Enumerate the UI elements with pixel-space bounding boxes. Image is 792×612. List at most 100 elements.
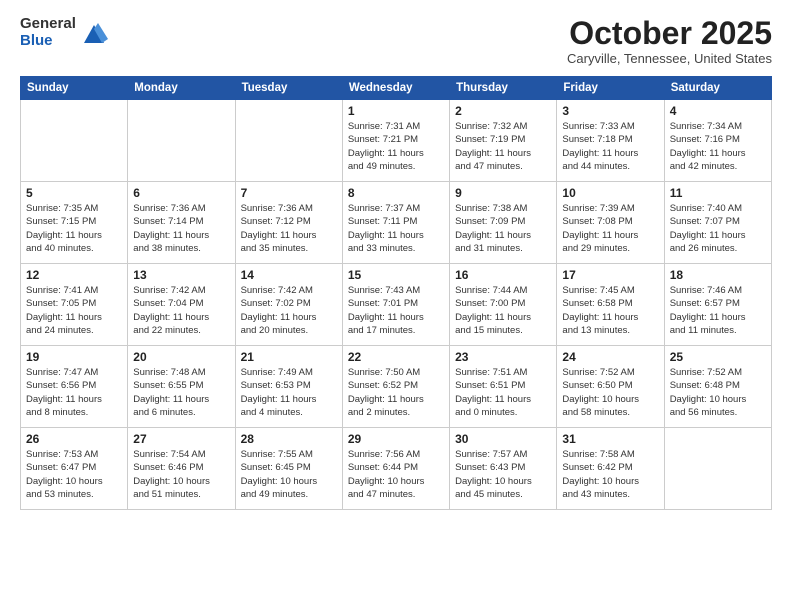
day-number: 3 (562, 104, 658, 118)
month-title: October 2025 (567, 16, 772, 51)
table-row: 21 Sunrise: 7:49 AMSunset: 6:53 PMDayligh… (235, 346, 342, 428)
table-row: 22Sunrise: 7:50 AMSunset: 6:52 PMDayligh… (342, 346, 449, 428)
table-row: 27 Sunrise: 7:54 AMSunset: 6:46 PMDayligh… (128, 428, 235, 510)
table-row: 4Sunrise: 7:34 AMSunset: 7:16 PMDaylight… (664, 100, 771, 182)
day-info: Sunrise: 7:56 AMSunset: 6:44 PMDaylight:… (348, 448, 444, 501)
day-number: 6 (133, 186, 229, 200)
weekday-header-row: Sunday Monday Tuesday Wednesday Thursday… (21, 77, 772, 100)
table-row: 13 Sunrise: 7:42 AMSunset: 7:04 PMDayligh… (128, 264, 235, 346)
table-row: 23 Sunrise: 7:51 AMSunset: 6:51 PMDayligh… (450, 346, 557, 428)
day-number: 29 (348, 432, 444, 446)
day-info: Sunrise: 7:45 AMSunset: 6:58 PMDaylight:… (562, 284, 658, 337)
day-number: 17 (562, 268, 658, 282)
day-number: 21 (241, 350, 337, 364)
day-info: Sunrise: 7:53 AMSunset: 6:47 PMDaylight:… (26, 448, 122, 501)
header-monday: Monday (128, 77, 235, 100)
header-tuesday: Tuesday (235, 77, 342, 100)
table-row: 28 Sunrise: 7:55 AMSunset: 6:45 PMDayligh… (235, 428, 342, 510)
table-row: 18Sunrise: 7:46 AMSunset: 6:57 PMDayligh… (664, 264, 771, 346)
day-number: 13 (133, 268, 229, 282)
table-row: 20 Sunrise: 7:48 AMSunset: 6:55 PMDayligh… (128, 346, 235, 428)
table-row: 25 Sunrise: 7:52 AMSunset: 6:48 PMDayligh… (664, 346, 771, 428)
day-info: Sunrise: 7:55 AMSunset: 6:45 PMDaylight:… (241, 448, 337, 501)
day-info: Sunrise: 7:32 AMSunset: 7:19 PMDaylight:… (455, 120, 551, 173)
header: General Blue October 2025 Caryville, Ten… (20, 16, 772, 66)
day-number: 10 (562, 186, 658, 200)
day-number: 19 (26, 350, 122, 364)
day-number: 12 (26, 268, 122, 282)
page: General Blue October 2025 Caryville, Ten… (0, 0, 792, 612)
day-info: Sunrise: 7:42 AMSunset: 7:04 PMDaylight:… (133, 284, 229, 337)
table-row: 6 Sunrise: 7:36 AMSunset: 7:14 PMDaylight… (128, 182, 235, 264)
table-row (21, 100, 128, 182)
table-row: 9 Sunrise: 7:38 AMSunset: 7:09 PMDaylight… (450, 182, 557, 264)
table-row (664, 428, 771, 510)
day-info: Sunrise: 7:31 AMSunset: 7:21 PMDaylight:… (348, 120, 444, 173)
calendar-week-row: 19 Sunrise: 7:47 AMSunset: 6:56 PMDayligh… (21, 346, 772, 428)
table-row: 31Sunrise: 7:58 AMSunset: 6:42 PMDayligh… (557, 428, 664, 510)
header-saturday: Saturday (664, 77, 771, 100)
day-number: 31 (562, 432, 658, 446)
table-row: 5Sunrise: 7:35 AMSunset: 7:15 PMDaylight… (21, 182, 128, 264)
day-info: Sunrise: 7:52 AMSunset: 6:50 PMDaylight:… (562, 366, 658, 419)
day-number: 2 (455, 104, 551, 118)
table-row: 16 Sunrise: 7:44 AMSunset: 7:00 PMDayligh… (450, 264, 557, 346)
day-info: Sunrise: 7:42 AMSunset: 7:02 PMDaylight:… (241, 284, 337, 337)
logo-text: General Blue (20, 16, 76, 49)
table-row: 11Sunrise: 7:40 AMSunset: 7:07 PMDayligh… (664, 182, 771, 264)
day-info: Sunrise: 7:52 AMSunset: 6:48 PMDaylight:… (670, 366, 766, 419)
table-row: 15 Sunrise: 7:43 AMSunset: 7:01 PMDayligh… (342, 264, 449, 346)
day-info: Sunrise: 7:47 AMSunset: 6:56 PMDaylight:… (26, 366, 122, 419)
day-info: Sunrise: 7:34 AMSunset: 7:16 PMDaylight:… (670, 120, 766, 173)
title-block: October 2025 Caryville, Tennessee, Unite… (567, 16, 772, 66)
day-info: Sunrise: 7:49 AMSunset: 6:53 PMDaylight:… (241, 366, 337, 419)
day-info: Sunrise: 7:36 AMSunset: 7:14 PMDaylight:… (133, 202, 229, 255)
table-row: 12 Sunrise: 7:41 AMSunset: 7:05 PMDayligh… (21, 264, 128, 346)
calendar-body: 1 Sunrise: 7:31 AMSunset: 7:21 PMDaylight… (21, 100, 772, 510)
logo-general: General (20, 16, 76, 33)
calendar-week-row: 5Sunrise: 7:35 AMSunset: 7:15 PMDaylight… (21, 182, 772, 264)
day-info: Sunrise: 7:51 AMSunset: 6:51 PMDaylight:… (455, 366, 551, 419)
day-number: 9 (455, 186, 551, 200)
calendar-week-row: 26Sunrise: 7:53 AMSunset: 6:47 PMDayligh… (21, 428, 772, 510)
day-number: 28 (241, 432, 337, 446)
table-row: 14Sunrise: 7:42 AMSunset: 7:02 PMDayligh… (235, 264, 342, 346)
day-number: 7 (241, 186, 337, 200)
header-thursday: Thursday (450, 77, 557, 100)
day-info: Sunrise: 7:35 AMSunset: 7:15 PMDaylight:… (26, 202, 122, 255)
day-info: Sunrise: 7:54 AMSunset: 6:46 PMDaylight:… (133, 448, 229, 501)
day-number: 25 (670, 350, 766, 364)
day-number: 1 (348, 104, 444, 118)
table-row: 3 Sunrise: 7:33 AMSunset: 7:18 PMDaylight… (557, 100, 664, 182)
logo-icon (80, 19, 108, 47)
day-info: Sunrise: 7:38 AMSunset: 7:09 PMDaylight:… (455, 202, 551, 255)
table-row: 10Sunrise: 7:39 AMSunset: 7:08 PMDayligh… (557, 182, 664, 264)
table-row (235, 100, 342, 182)
table-row: 8Sunrise: 7:37 AMSunset: 7:11 PMDaylight… (342, 182, 449, 264)
day-number: 24 (562, 350, 658, 364)
day-info: Sunrise: 7:33 AMSunset: 7:18 PMDaylight:… (562, 120, 658, 173)
day-number: 23 (455, 350, 551, 364)
table-row: 24 Sunrise: 7:52 AMSunset: 6:50 PMDayligh… (557, 346, 664, 428)
day-number: 11 (670, 186, 766, 200)
day-number: 30 (455, 432, 551, 446)
day-number: 15 (348, 268, 444, 282)
calendar-week-row: 1 Sunrise: 7:31 AMSunset: 7:21 PMDaylight… (21, 100, 772, 182)
day-info: Sunrise: 7:36 AMSunset: 7:12 PMDaylight:… (241, 202, 337, 255)
table-row: 7 Sunrise: 7:36 AMSunset: 7:12 PMDaylight… (235, 182, 342, 264)
table-row: 1 Sunrise: 7:31 AMSunset: 7:21 PMDaylight… (342, 100, 449, 182)
table-row: 19 Sunrise: 7:47 AMSunset: 6:56 PMDayligh… (21, 346, 128, 428)
day-number: 16 (455, 268, 551, 282)
header-sunday: Sunday (21, 77, 128, 100)
day-info: Sunrise: 7:43 AMSunset: 7:01 PMDaylight:… (348, 284, 444, 337)
day-number: 27 (133, 432, 229, 446)
day-info: Sunrise: 7:57 AMSunset: 6:43 PMDaylight:… (455, 448, 551, 501)
day-number: 20 (133, 350, 229, 364)
day-number: 18 (670, 268, 766, 282)
day-info: Sunrise: 7:44 AMSunset: 7:00 PMDaylight:… (455, 284, 551, 337)
day-info: Sunrise: 7:41 AMSunset: 7:05 PMDaylight:… (26, 284, 122, 337)
location: Caryville, Tennessee, United States (567, 51, 772, 66)
logo: General Blue (20, 16, 108, 49)
table-row: 29 Sunrise: 7:56 AMSunset: 6:44 PMDayligh… (342, 428, 449, 510)
day-info: Sunrise: 7:48 AMSunset: 6:55 PMDaylight:… (133, 366, 229, 419)
